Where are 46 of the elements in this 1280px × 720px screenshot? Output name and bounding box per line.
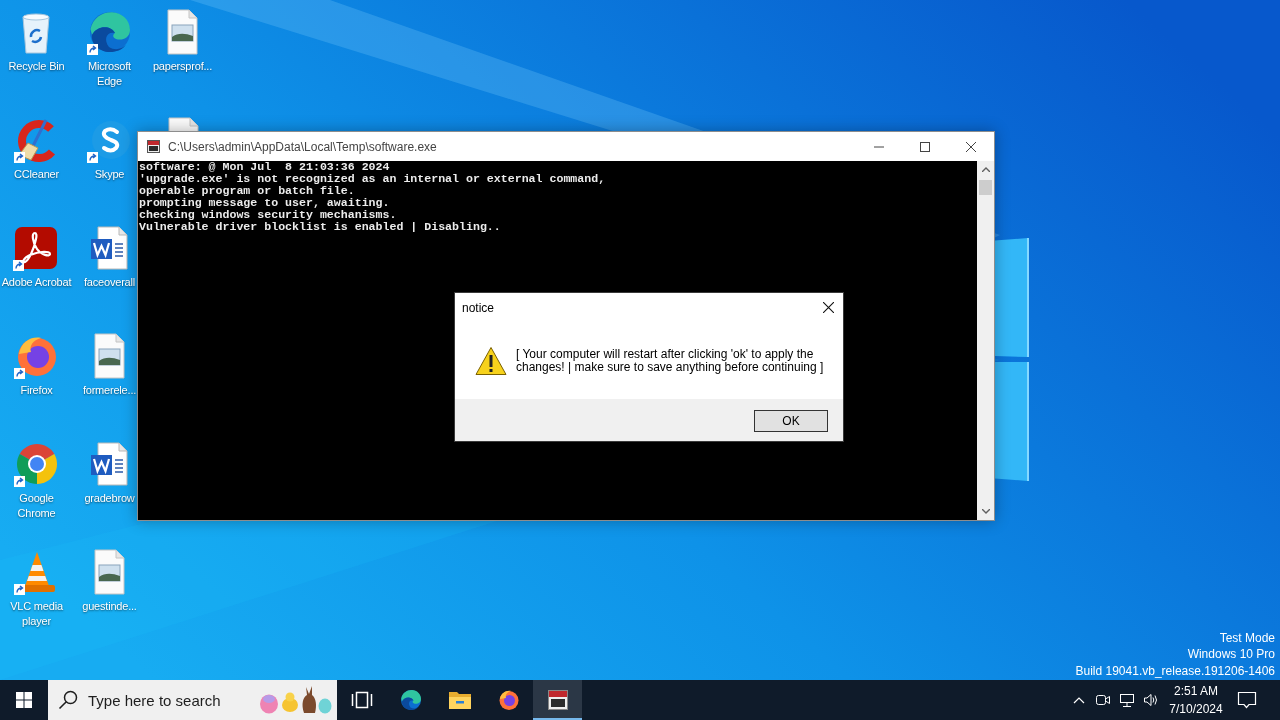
desktop-icon[interactable]: Firefox xyxy=(12,332,61,398)
system-info-text: Windows 10 Pro xyxy=(1186,646,1275,663)
volume-icon[interactable] xyxy=(1143,692,1159,708)
caret-up-icon xyxy=(981,167,990,172)
scrollbar-thumb[interactable] xyxy=(979,180,992,195)
maximize-icon xyxy=(920,141,930,152)
browser-icon xyxy=(398,688,423,712)
warning-icon xyxy=(475,345,507,376)
taskbar-button[interactable] xyxy=(533,680,582,720)
desktop-icon[interactable]: Recycle Bin xyxy=(8,8,65,74)
close-icon xyxy=(966,141,976,152)
desktop-icon[interactable]: papersprof... xyxy=(152,8,213,74)
console-line: checking windows security mechanisms. xyxy=(139,209,397,221)
system-info-text: Test Mode xyxy=(1218,629,1275,646)
ok-button[interactable]: OK xyxy=(754,410,828,432)
search-field[interactable]: Type here to search xyxy=(88,691,257,709)
console-line: Vulnerable driver blocklist is enabled | Disabling.. xyxy=(139,221,501,233)
search-icon xyxy=(58,690,78,710)
desktop-icon[interactable]: formerele... xyxy=(82,332,137,398)
desktop-icon[interactable]: VLC media player xyxy=(1,548,72,629)
desktop-icon[interactable]: Microsoft Edge xyxy=(74,8,145,89)
app-window-icon xyxy=(147,140,160,153)
network-icon[interactable] xyxy=(1119,692,1135,708)
video-camera-icon[interactable] xyxy=(1095,692,1111,708)
dialog-message: [ Your computer will restart after clicking 'ok' to apply the changes! | make sure to save anything before continuing ] xyxy=(516,347,825,374)
clock-button[interactable]: 2:51 AM 7/10/2024 xyxy=(1165,682,1227,718)
desktop-icon[interactable]: Skype xyxy=(85,116,134,182)
console-line: software: @ Mon Jul 8 21:03:36 2024 xyxy=(139,161,390,173)
caret-down-icon xyxy=(981,509,990,514)
desktop-icon[interactable]: Adobe Acrobat xyxy=(1,224,72,290)
window-title: C:\Users\admin\AppData\Local\Temp\software.exe xyxy=(168,139,437,154)
console-line: 'upgrade.exe' is not recognized as an internal or external command, xyxy=(139,173,606,185)
console-line: prompting message to user, awaiting. xyxy=(139,197,390,209)
app-window-icon xyxy=(545,688,570,712)
console-line: operable program or batch file. xyxy=(139,185,355,197)
system-info-text: Build 19041.vb_release.191206-1406 xyxy=(1075,662,1275,679)
desktop-icon[interactable]: Google Chrome xyxy=(1,440,72,521)
notification-icon[interactable] xyxy=(1237,690,1257,710)
easter-eggs-icon xyxy=(257,686,332,714)
desktop-icon[interactable]: faceoverall xyxy=(84,224,135,290)
desktop-icon[interactable]: CCleaner xyxy=(12,116,61,182)
desktop-icon[interactable]: guestinde... xyxy=(82,548,137,614)
windows-logo-icon xyxy=(16,692,32,708)
dialog-title: notice xyxy=(462,300,495,315)
desktop-icon[interactable]: gradebrow xyxy=(84,440,135,506)
close-icon xyxy=(822,302,834,313)
